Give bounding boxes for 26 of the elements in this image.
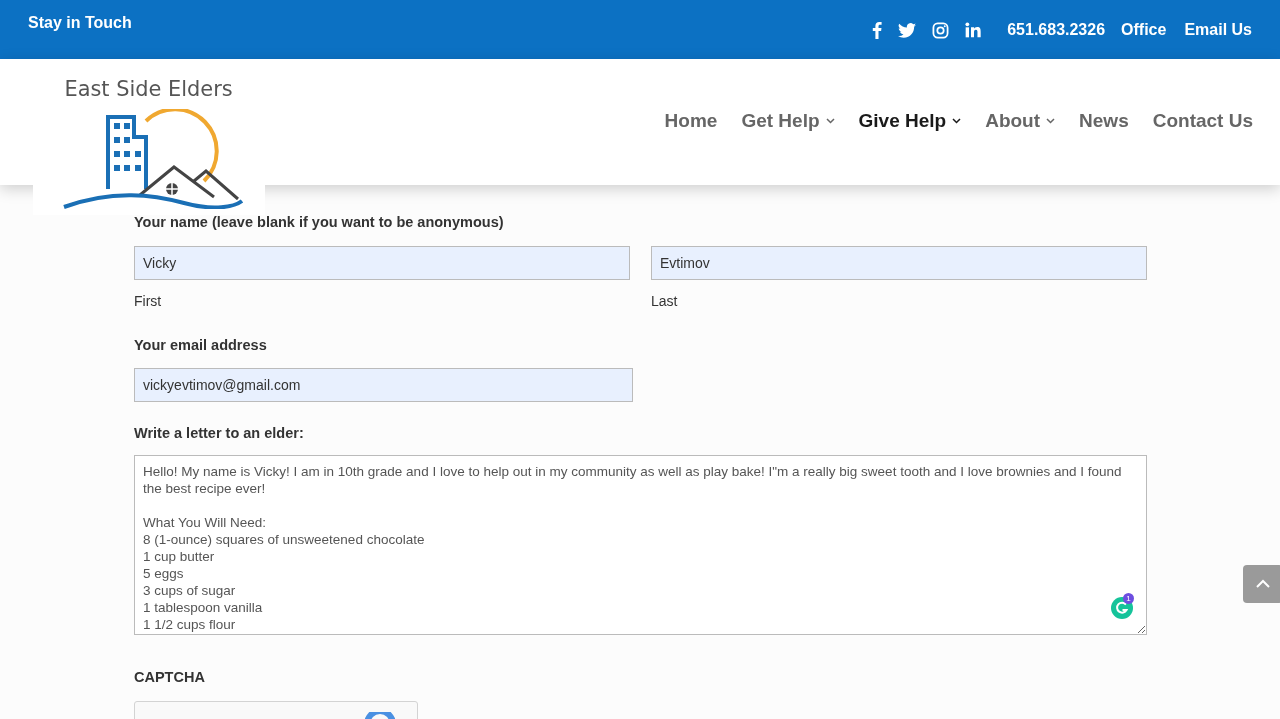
- last-name-field[interactable]: Evtimov: [651, 246, 1147, 280]
- nav-link[interactable]: Home: [664, 106, 718, 136]
- field-label: Your name (leave blank if you want to be anonymous): [134, 213, 505, 230]
- nav-link[interactable]: News: [1079, 106, 1129, 136]
- field-label: Write a letter to an elder:: [134, 424, 305, 441]
- nav-link[interactable]: Give Help: [858, 106, 962, 136]
- facebook-icon[interactable]: [872, 21, 883, 39]
- nav-link[interactable]: Contact Us: [1152, 106, 1253, 136]
- field-caption: Last: [651, 292, 679, 309]
- notification-badge: 1: [1123, 593, 1134, 604]
- chevron-up-icon: [1255, 579, 1271, 589]
- linkedin-icon[interactable]: [965, 22, 982, 38]
- top-bar-title: Stay in Touch: [28, 13, 132, 31]
- top-bar-link[interactable]: Office: [1121, 18, 1167, 42]
- field-caption: First: [134, 292, 163, 309]
- top-bar-link[interactable]: Email Us: [1184, 18, 1252, 42]
- field-label: Your email address: [134, 336, 268, 353]
- logo-text: East Side Elders: [64, 75, 234, 103]
- email-field[interactable]: vickyevtimov@gmail.com: [134, 368, 633, 402]
- first-name-field[interactable]: Vicky: [134, 246, 630, 280]
- instagram-icon[interactable]: [932, 21, 950, 39]
- phone-number[interactable]: 651.683.2326: [1007, 18, 1106, 42]
- twitter-icon[interactable]: [898, 22, 917, 38]
- nav-link[interactable]: Get Help: [741, 106, 835, 136]
- field-label: CAPTCHA: [134, 668, 206, 685]
- nav-link[interactable]: About: [985, 106, 1056, 136]
